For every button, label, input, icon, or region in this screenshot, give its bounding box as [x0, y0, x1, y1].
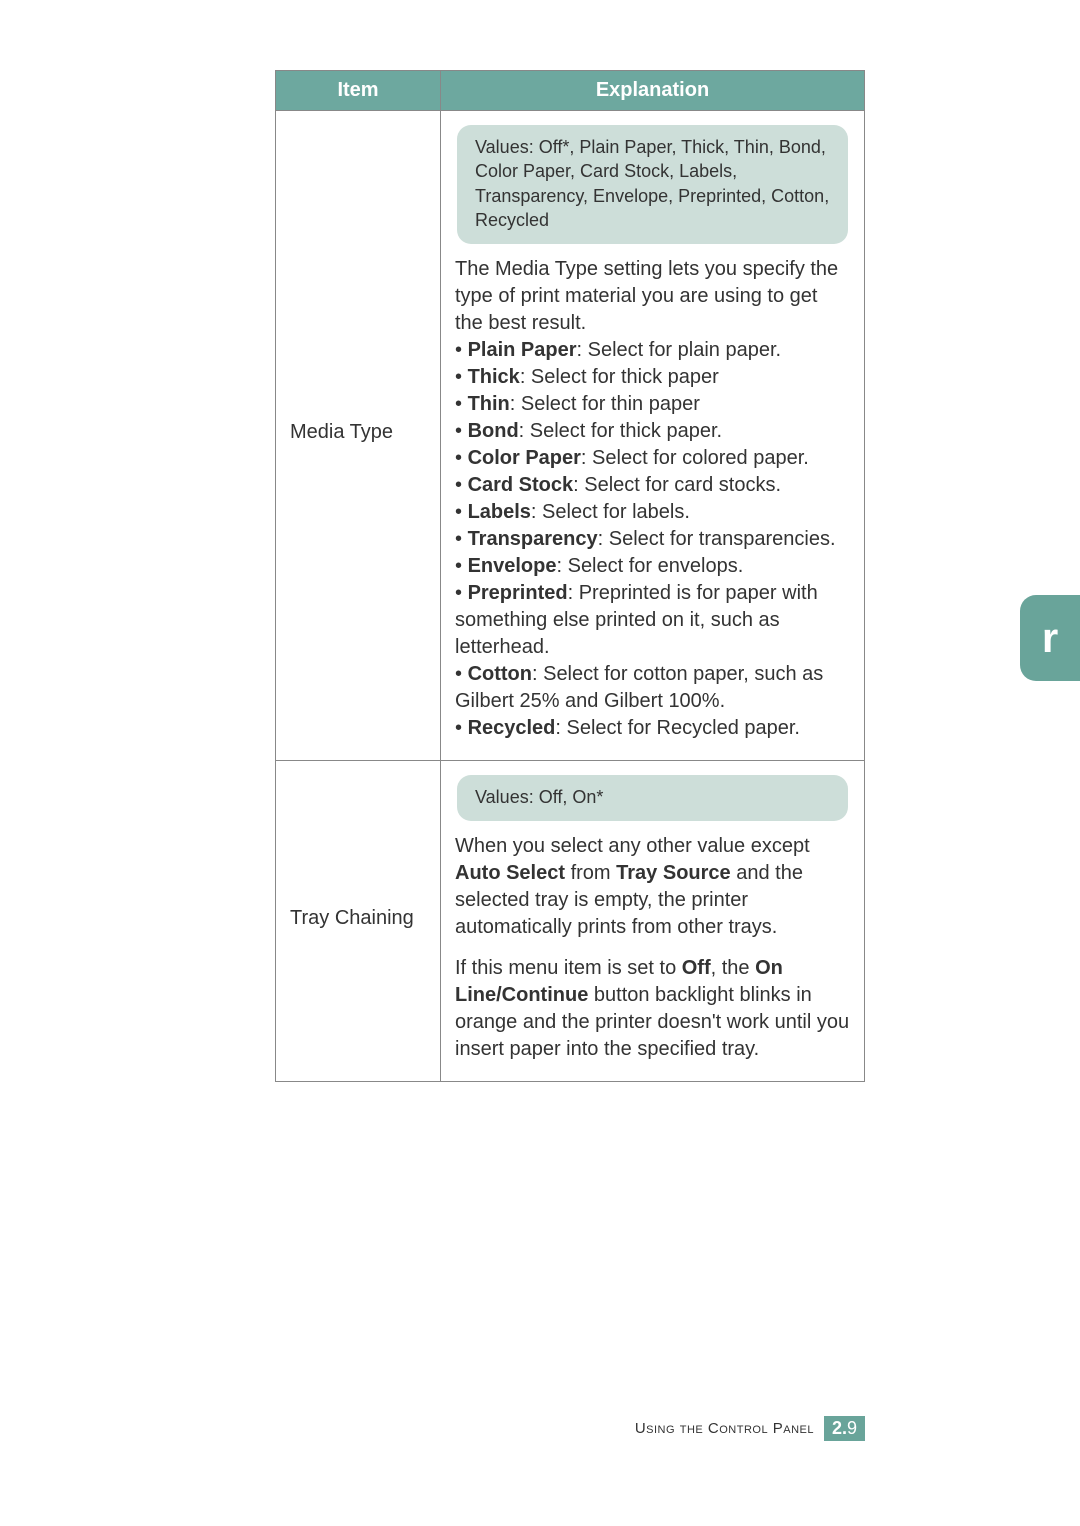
list-item: • Envelope: Select for envelops. — [455, 553, 850, 580]
bullet-label: Envelope — [468, 555, 557, 577]
list-item: • Thin: Select for thin paper — [455, 391, 850, 418]
bullet-label: Color Paper — [468, 447, 581, 469]
bullet-text: : Select for thin paper — [510, 393, 700, 415]
bullet-text: : Select for card stocks. — [573, 474, 781, 496]
chapter-number: 2. — [832, 1418, 847, 1438]
row-item-label: Media Type — [276, 111, 441, 761]
bullet-text: : Select for transparencies. — [598, 528, 836, 550]
bullet-label: Labels — [468, 501, 531, 523]
table-row: Media Type Values: Off*, Plain Paper, Th… — [276, 111, 865, 761]
row-explanation: Values: Off*, Plain Paper, Thick, Thin, … — [441, 111, 865, 761]
bullet-text: : Select for colored paper. — [581, 447, 809, 469]
list-item: • Labels: Select for labels. — [455, 499, 850, 526]
bullet-list: • Plain Paper: Select for plain paper. •… — [455, 337, 850, 742]
row-explanation: Values: Off, On* When you select any oth… — [441, 761, 865, 1082]
bullet-label: Thick — [468, 366, 520, 388]
text-span: from — [565, 862, 616, 884]
table-row: Tray Chaining Values: Off, On* When you … — [276, 761, 865, 1082]
list-item: • Plain Paper: Select for plain paper. — [455, 337, 850, 364]
bullet-text: : Select for thick paper. — [519, 420, 722, 442]
header-item: Item — [276, 71, 441, 111]
bullet-label: Cotton — [468, 663, 532, 685]
bullet-label: Transparency — [468, 528, 598, 550]
text-span: When you select any other value except — [455, 835, 810, 857]
section-tab: r — [1020, 595, 1080, 681]
list-item: • Cotton: Select for cotton paper, such … — [455, 661, 850, 715]
table-header-row: Item Explanation — [276, 71, 865, 111]
media-type-intro: The Media Type setting lets you specify … — [455, 256, 850, 337]
bullet-text: : Select for plain paper. — [577, 339, 782, 361]
options-table: Item Explanation Media Type Values: Off*… — [275, 70, 865, 1082]
bullet-text: : Select for thick paper — [520, 366, 719, 388]
text-span: If this menu item is set to — [455, 957, 682, 979]
list-item: • Recycled: Select for Recycled paper. — [455, 715, 850, 742]
list-item: • Color Paper: Select for colored paper. — [455, 445, 850, 472]
bold-span: Tray Source — [616, 862, 731, 884]
page-number-box: 2.9 — [824, 1416, 865, 1441]
list-item: • Thick: Select for thick paper — [455, 364, 850, 391]
bold-span: Auto Select — [455, 862, 565, 884]
bullet-label: Preprinted — [468, 582, 568, 604]
bullet-label: Card Stock — [468, 474, 574, 496]
list-item: • Bond: Select for thick paper. — [455, 418, 850, 445]
bullet-label: Recycled — [468, 717, 556, 739]
tray-chaining-p1: When you select any other value except A… — [455, 833, 850, 941]
values-box: Values: Off, On* — [457, 775, 848, 821]
page-number: 9 — [847, 1418, 857, 1438]
page-footer: Using the Control Panel 2.9 — [635, 1416, 865, 1441]
bold-span: Off — [682, 957, 711, 979]
header-explanation: Explanation — [441, 71, 865, 111]
document-page: Item Explanation Media Type Values: Off*… — [0, 0, 1080, 1526]
footer-label: Using the Control Panel — [635, 1420, 814, 1437]
list-item: • Transparency: Select for transparencie… — [455, 526, 850, 553]
row-item-label: Tray Chaining — [276, 761, 441, 1082]
bullet-text: : Select for envelops. — [556, 555, 743, 577]
values-box: Values: Off*, Plain Paper, Thick, Thin, … — [457, 125, 848, 244]
list-item: • Preprinted: Preprinted is for paper wi… — [455, 580, 850, 661]
bullet-label: Thin — [468, 393, 510, 415]
text-span: , the — [711, 957, 755, 979]
bullet-label: Bond — [468, 420, 519, 442]
bullet-text: : Select for labels. — [531, 501, 690, 523]
list-item: • Card Stock: Select for card stocks. — [455, 472, 850, 499]
bullet-label: Plain Paper — [468, 339, 577, 361]
bullet-text: : Select for Recycled paper. — [555, 717, 800, 739]
tray-chaining-p2: If this menu item is set to Off, the On … — [455, 955, 850, 1063]
